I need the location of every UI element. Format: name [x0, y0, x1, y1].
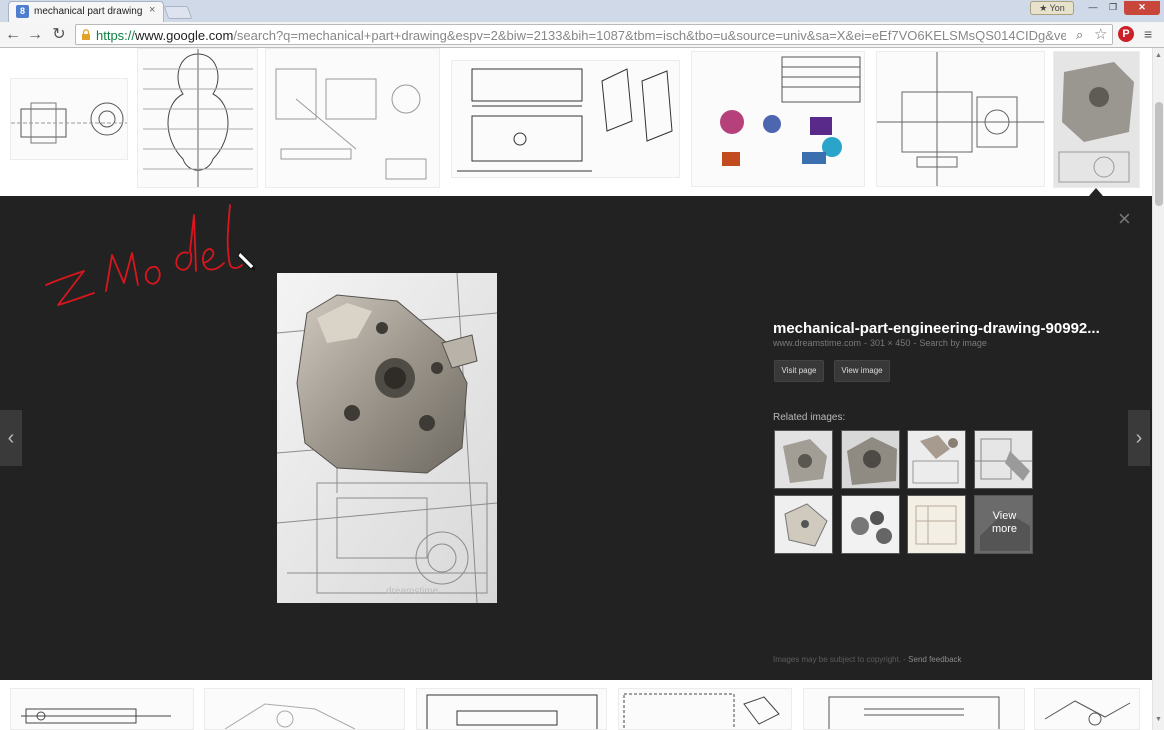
related-image[interactable] — [841, 430, 900, 489]
drawing-image — [143, 49, 253, 187]
scroll-up-icon[interactable]: ▲ — [1155, 52, 1162, 59]
image-results-row-bottom — [0, 680, 1152, 730]
visit-page-button[interactable]: Visit page — [774, 360, 824, 382]
result-thumbnail[interactable] — [204, 688, 405, 730]
tab-title: mechanical part drawing — [34, 6, 143, 17]
profile-button[interactable]: ★ Yon — [1030, 1, 1074, 15]
related-image[interactable] — [974, 430, 1033, 489]
view-more-line2: more — [991, 523, 1018, 535]
result-thumbnail-selected[interactable] — [1053, 51, 1140, 188]
related-image-thumb — [908, 496, 965, 553]
scrollbar-thumb[interactable] — [1155, 102, 1163, 206]
google-favicon-icon: 8 — [16, 5, 29, 18]
star-icon: ★ — [1039, 3, 1048, 13]
result-thumbnail[interactable] — [137, 48, 258, 188]
maximize-icon[interactable]: ❐ — [1103, 1, 1123, 15]
result-thumbnail[interactable] — [803, 688, 1025, 730]
scroll-down-icon[interactable]: ▼ — [1155, 716, 1162, 723]
pinterest-icon[interactable]: P — [1118, 26, 1134, 42]
url-path: /search?q=mechanical+part+drawing&espv=2… — [233, 28, 1066, 43]
related-image[interactable] — [907, 430, 966, 489]
forward-icon[interactable]: → — [25, 25, 45, 45]
result-thumbnail[interactable] — [691, 51, 865, 187]
drawing-image — [21, 708, 171, 724]
related-image-thumb — [842, 431, 899, 488]
result-thumbnail[interactable] — [618, 688, 792, 730]
url-text[interactable]: https://www.google.com/search?q=mechanic… — [96, 28, 1066, 43]
tab-strip: 8 mechanical part drawing × ★ Yon — ❐ ✕ — [0, 0, 1164, 22]
tab-close-icon[interactable]: × — [149, 4, 155, 16]
related-image[interactable] — [774, 430, 833, 489]
reload-icon[interactable]: ↻ — [49, 25, 69, 45]
page-scrollbar[interactable]: ▲ ▼ — [1152, 48, 1164, 730]
drawing-image — [11, 102, 127, 144]
result-thumbnail[interactable] — [451, 60, 680, 178]
copyright-notice: Images may be subject to copyright. - Se… — [773, 655, 962, 664]
image-meta: www.dreamstime.com -301 × 450- Search by i… — [773, 338, 987, 348]
related-image-thumb — [908, 431, 965, 488]
drawing-image — [877, 52, 1044, 186]
drawing-image — [828, 696, 1000, 729]
image-results-row — [0, 48, 1152, 196]
close-icon[interactable]: × — [1118, 208, 1131, 230]
drawing-image — [457, 68, 673, 172]
url-scheme: https:// — [96, 28, 136, 43]
result-thumbnail[interactable] — [416, 688, 607, 730]
bookmark-star-icon[interactable]: ☆ — [1094, 25, 1107, 43]
source-domain[interactable]: www.dreamstime.com — [773, 338, 861, 348]
previous-image-icon[interactable]: ‹ — [0, 410, 22, 466]
drawing-image — [224, 703, 356, 729]
drawing-image — [1044, 700, 1131, 726]
watermark-text: dreamstime — [386, 586, 439, 597]
related-images-label: Related images: — [773, 412, 846, 423]
view-more-label: View more — [975, 510, 1032, 536]
related-image-thumb — [775, 431, 832, 488]
mechanical-part-image — [1054, 52, 1139, 187]
window-close-icon[interactable]: ✕ — [1124, 1, 1160, 15]
search-icon[interactable]: ⌕ — [1076, 27, 1083, 43]
url-host: www.google.com — [135, 28, 234, 43]
view-more-line1: View — [992, 510, 1017, 522]
result-thumbnail[interactable] — [265, 48, 440, 188]
copyright-text: Images may be subject to copyright. — [773, 655, 902, 664]
mechanical-part-photo — [277, 273, 497, 603]
selected-indicator — [1089, 188, 1103, 196]
menu-icon[interactable]: ≡ — [1144, 26, 1152, 42]
preview-image[interactable] — [277, 273, 497, 603]
browser-tab[interactable]: 8 mechanical part drawing × — [8, 1, 164, 22]
drawing-image — [623, 693, 780, 729]
view-image-button[interactable]: View image — [834, 360, 890, 382]
related-image[interactable] — [774, 495, 833, 554]
related-image-thumb — [975, 431, 1032, 488]
browser-window: 8 mechanical part drawing × ★ Yon — ❐ ✕ … — [0, 0, 1164, 730]
drawing-image — [720, 56, 861, 166]
image-dimensions: 301 × 450 — [870, 338, 911, 348]
minimize-icon[interactable]: — — [1083, 1, 1103, 15]
browser-toolbar: ← → ↻ https://www.google.com/search?q=me… — [0, 22, 1164, 48]
drawing-image — [426, 694, 598, 729]
related-image[interactable] — [841, 495, 900, 554]
address-bar[interactable]: https://www.google.com/search?q=mechanic… — [75, 24, 1113, 45]
result-thumbnail[interactable] — [10, 78, 128, 160]
result-thumbnail[interactable] — [10, 688, 194, 730]
result-thumbnail[interactable] — [876, 51, 1045, 187]
profile-name: Yon — [1049, 3, 1065, 13]
next-image-icon[interactable]: › — [1128, 410, 1150, 466]
search-by-image-link[interactable]: Search by image — [919, 338, 987, 348]
view-more-button[interactable]: View more — [974, 495, 1033, 554]
related-image-thumb — [842, 496, 899, 553]
back-icon[interactable]: ← — [3, 25, 23, 45]
new-tab-button[interactable] — [163, 6, 193, 19]
lock-icon — [82, 29, 90, 40]
handwritten-annotation — [45, 204, 243, 306]
drawing-image — [275, 68, 427, 180]
result-thumbnail[interactable] — [1034, 688, 1140, 730]
related-image-thumb — [775, 496, 832, 553]
pen-cursor-icon — [238, 251, 255, 271]
related-image[interactable] — [907, 495, 966, 554]
send-feedback-link[interactable]: Send feedback — [908, 655, 961, 664]
image-title[interactable]: mechanical-part-engineering-drawing-9099… — [773, 320, 1100, 337]
